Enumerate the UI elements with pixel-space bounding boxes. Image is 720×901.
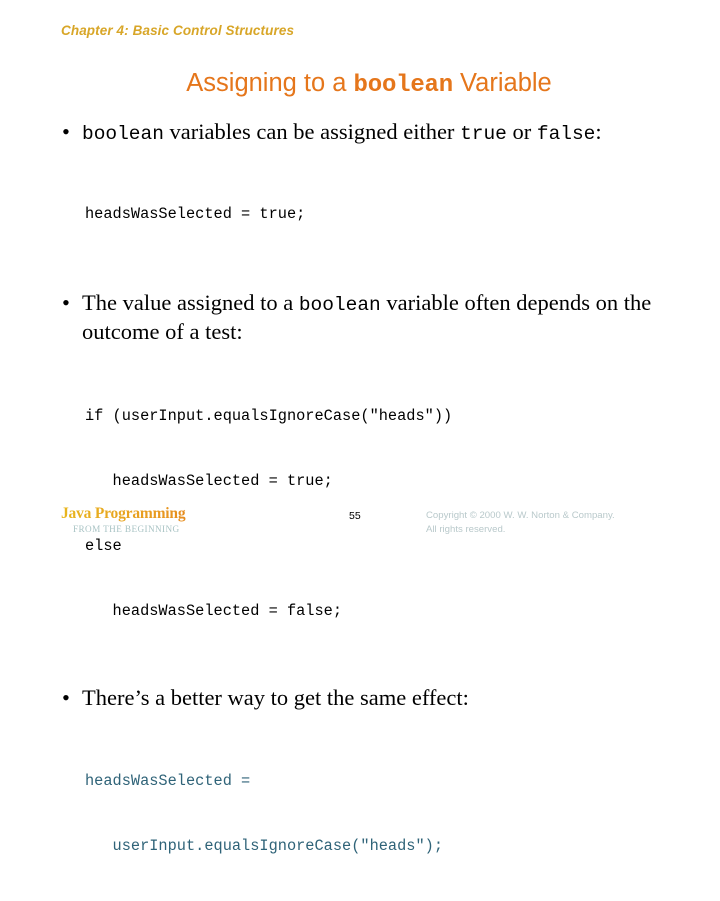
code-block-3: headsWasSelected = userInput.equalsIgnor…: [0, 727, 720, 901]
bullet-3-text-1: There’s a better way to get the same eff…: [82, 685, 469, 711]
page-number: 55: [349, 510, 361, 522]
code-line: headsWasSelected =: [85, 771, 251, 790]
code-line: headsWasSelected = true;: [85, 205, 306, 224]
bullet-2-code-1: boolean: [298, 293, 381, 316]
page-title: Assigning to a boolean Variable: [0, 69, 720, 99]
brand-subtitle: FROM THE BEGINNING: [73, 523, 180, 534]
bullet-1-text-3: :: [595, 119, 602, 144]
slide-footer: Java Programming FROM THE BEGINNING 55 C…: [0, 504, 720, 540]
bullet-2-text-1: The value assigned to a: [82, 289, 299, 315]
bullet-1-code-3: false: [536, 123, 596, 145]
bullet-1-code-2: true: [460, 123, 507, 145]
bullet-marker: •: [62, 289, 70, 315]
title-keyword: boolean: [353, 72, 454, 99]
bullet-marker: •: [62, 119, 70, 144]
bullet-1-code-1: boolean: [82, 123, 164, 145]
bullet-1-text-1: variables can be assigned either: [163, 119, 461, 144]
copyright-line-1: Copyright © 2000 W. W. Norton & Company.: [426, 510, 615, 521]
brand-logo: Java Programming FROM THE BEGINNING: [61, 506, 291, 534]
copyright-line-2: All rights reserved.: [426, 523, 506, 535]
title-suffix: Variable: [452, 69, 552, 97]
brand-title: Java Programming: [61, 506, 291, 522]
code-line: headsWasSelected = true;: [85, 471, 333, 490]
code-line: headsWasSelected = false;: [85, 602, 343, 621]
chapter-header: Chapter 4: Basic Control Structures: [61, 23, 295, 38]
copyright-notice: Copyright © 2000 W. W. Norton & Company.…: [426, 509, 615, 536]
bullet-1-text-2: or: [506, 119, 537, 144]
code-line: if (userInput.equalsIgnoreCase("heads")): [85, 406, 453, 425]
bullet-marker: •: [62, 685, 70, 711]
code-line: userInput.equalsIgnoreCase("heads");: [85, 836, 444, 855]
code-block-1: headsWasSelected = true;: [0, 161, 720, 270]
slide: Chapter 4: Basic Control Structures Assi…: [0, 0, 720, 855]
bullet-item-1: • boolean variables can be assigned eithe…: [0, 118, 720, 147]
bullet-item-2: • The value assigned to a boolean variabl…: [0, 289, 720, 347]
bullet-item-3: • There’s a better way to get the same ef…: [0, 684, 720, 713]
title-prefix: Assigning to a: [186, 69, 354, 97]
